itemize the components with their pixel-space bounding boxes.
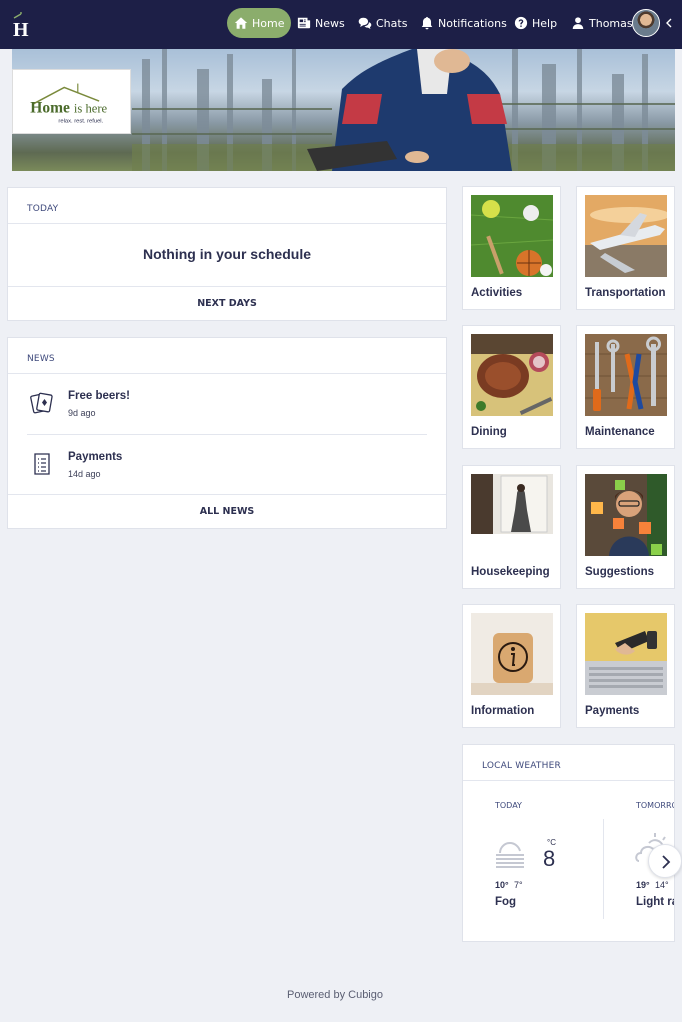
hero-banner: Home is here relax. rest. refuel. (12, 49, 675, 171)
nav-notifications-label: Notifications (438, 16, 507, 30)
weather-tomorrow: TOMORROW (636, 801, 674, 810)
suggestions-image (585, 474, 667, 556)
chevron-left-icon[interactable] (664, 14, 674, 32)
tile-housekeeping-label: Housekeeping (471, 566, 550, 578)
weather-high: 19° (636, 880, 650, 890)
tile-housekeeping[interactable]: Housekeeping (462, 465, 561, 589)
housekeeping-image (471, 474, 553, 556)
weather-day: TODAY (495, 801, 522, 810)
weather-condition: Fog (495, 896, 517, 908)
tile-information[interactable]: Information (462, 604, 561, 728)
chat-bubbles-icon (358, 17, 372, 29)
payments-image (585, 613, 667, 695)
news-card: NEWS Free beers! 9d ago Payments 14d ago… (7, 337, 447, 529)
tile-transportation-label: Transportation (585, 287, 666, 299)
nav-help[interactable]: Help (514, 8, 557, 38)
powered-by-footer[interactable]: Powered by Cubigo (0, 989, 670, 1001)
svg-text:is here: is here (74, 102, 108, 116)
tile-maintenance-label: Maintenance (585, 426, 655, 438)
weather-day: TOMORROW (636, 801, 674, 810)
avatar[interactable] (632, 9, 660, 37)
tile-dining-label: Dining (471, 426, 507, 438)
svg-text:Home: Home (30, 100, 70, 117)
all-news-link[interactable]: ALL NEWS (8, 494, 446, 528)
top-navbar: H Home News Chats Notifications Help Tho… (0, 0, 682, 49)
weather-heading: LOCAL WEATHER (482, 761, 561, 771)
home-is-here-logo: Home is here relax. rest. refuel. (12, 69, 131, 134)
next-days-link[interactable]: NEXT DAYS (8, 286, 446, 320)
question-circle-icon (514, 16, 528, 30)
weather-header: LOCAL WEATHER (463, 745, 674, 781)
document-icon (34, 453, 50, 475)
svg-text:H: H (13, 19, 29, 38)
svg-text:relax. rest. refuel.: relax. rest. refuel. (58, 118, 103, 124)
news-header: NEWS (8, 338, 446, 374)
news-item[interactable]: Payments 14d ago (27, 435, 427, 496)
tile-payments-label: Payments (585, 705, 640, 717)
news-title: Payments (68, 451, 123, 463)
tile-activities-label: Activities (471, 287, 523, 299)
nav-help-label: Help (532, 16, 558, 30)
weather-current-temp: 8 (543, 846, 556, 871)
nav-news[interactable]: News (297, 8, 345, 38)
weather-low: 14° (655, 880, 669, 890)
weather-today: TODAY (495, 801, 522, 810)
chevron-right-icon (662, 855, 671, 869)
nav-home[interactable]: Home (227, 8, 292, 38)
news-timestamp: 14d ago (68, 469, 101, 479)
nav-chats[interactable]: Chats (358, 8, 407, 38)
home-icon (234, 17, 248, 29)
nav-notifications[interactable]: Notifications (420, 8, 507, 38)
tile-activities[interactable]: Activities (462, 186, 561, 310)
cards-icon (30, 392, 53, 414)
tile-payments[interactable]: Payments (576, 604, 675, 728)
news-timestamp: 9d ago (68, 408, 96, 418)
activities-image (471, 195, 553, 277)
news-item[interactable]: Free beers! 9d ago (27, 374, 427, 435)
tile-suggestions[interactable]: Suggestions (576, 465, 675, 589)
schedule-heading: TODAY (27, 204, 59, 214)
newspaper-icon (297, 17, 311, 29)
dining-image (471, 334, 553, 416)
maintenance-image (585, 334, 667, 416)
nav-profile[interactable]: Thomas (571, 8, 633, 38)
tile-maintenance[interactable]: Maintenance (576, 325, 675, 449)
tile-dining[interactable]: Dining (462, 325, 561, 449)
schedule-empty-message: Nothing in your schedule (142, 246, 311, 262)
tile-information-label: Information (471, 705, 535, 717)
weather-condition: Light rain (636, 896, 674, 908)
transportation-image (585, 195, 667, 277)
news-heading: NEWS (27, 354, 55, 364)
information-image (471, 613, 553, 695)
nav-profile-label: Thomas (589, 16, 633, 30)
app-logo[interactable]: H (12, 10, 34, 38)
nav-chats-label: Chats (376, 16, 408, 30)
schedule-card: TODAY Nothing in your schedule NEXT DAYS (7, 187, 447, 321)
bell-icon (421, 16, 433, 30)
weather-next-button[interactable] (648, 844, 682, 878)
schedule-header: TODAY (8, 188, 446, 224)
news-title: Free beers! (68, 390, 131, 402)
nav-news-label: News (315, 16, 345, 30)
tile-transportation[interactable]: Transportation (576, 186, 675, 310)
weather-card: LOCAL WEATHER TODAY °C 8 10° 7° Fog TOMO… (462, 744, 675, 942)
weather-low: 7° (514, 880, 523, 890)
user-icon (572, 17, 584, 29)
tile-suggestions-label: Suggestions (585, 566, 655, 578)
fog-icon (496, 841, 524, 868)
nav-home-label: Home (252, 16, 285, 30)
weather-divider (603, 819, 604, 919)
weather-high: 10° (495, 880, 509, 890)
